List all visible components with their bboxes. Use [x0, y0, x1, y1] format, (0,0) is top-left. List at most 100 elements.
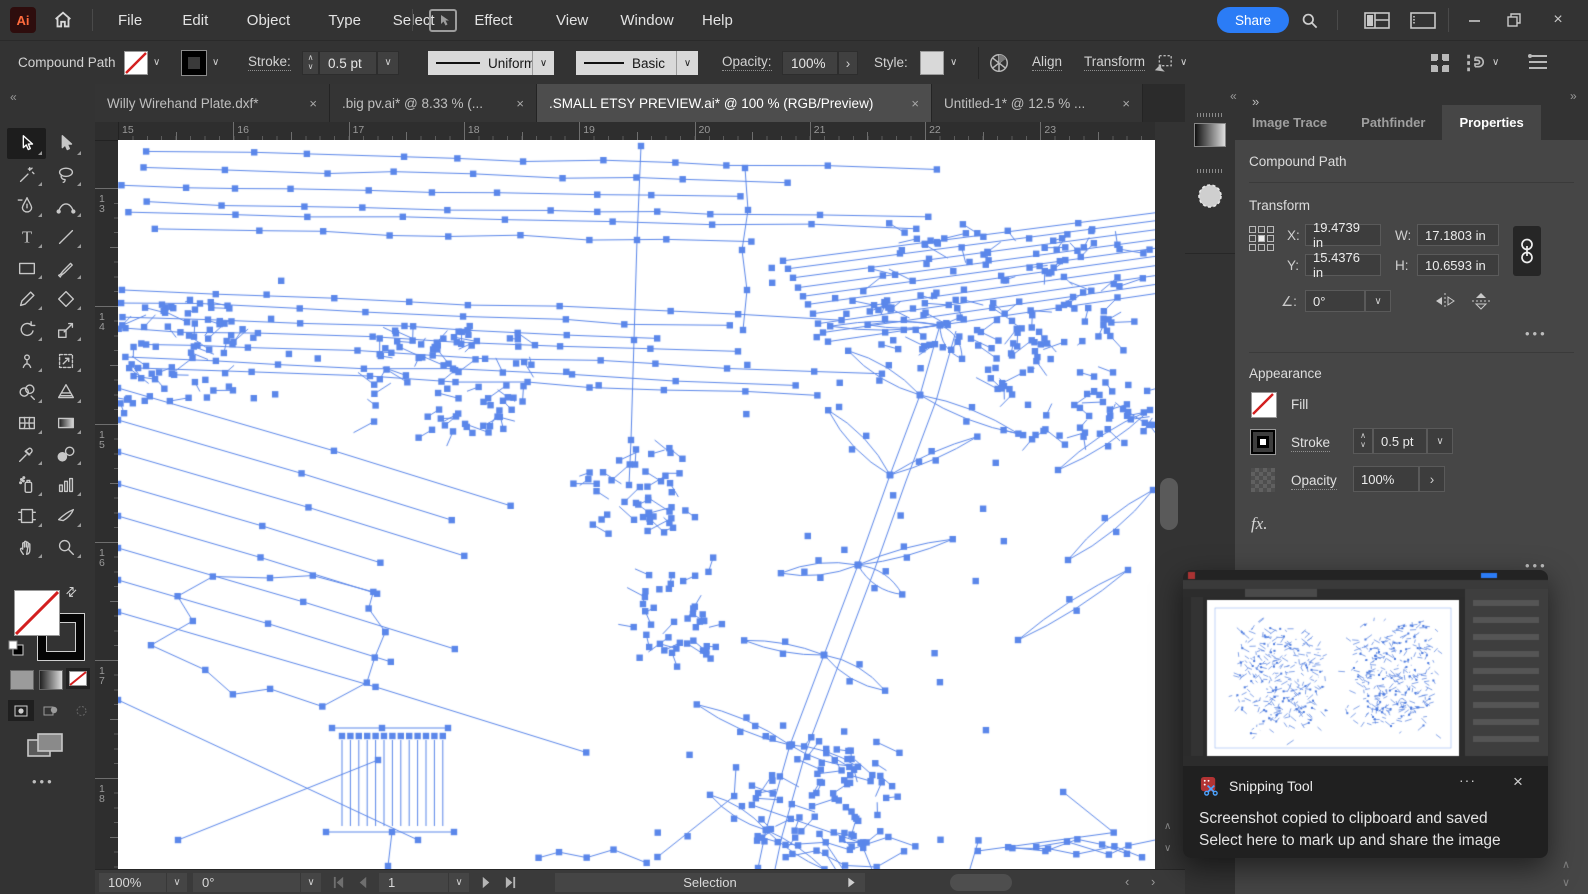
arrange-documents-icon[interactable] — [1410, 12, 1436, 29]
default-fill-stroke-icon[interactable] — [8, 640, 24, 656]
search-icon[interactable] — [1300, 11, 1319, 30]
appearance-opacity-swatch[interactable] — [1251, 468, 1275, 492]
tab-close-icon[interactable]: × — [911, 96, 919, 111]
menu-window[interactable]: Window — [606, 0, 687, 40]
gradient-mode-button[interactable] — [39, 670, 63, 690]
tool-slice[interactable] — [46, 500, 85, 531]
tab-close-icon[interactable]: × — [309, 96, 317, 111]
snap-chevron[interactable]: ∨ — [1492, 58, 1499, 68]
rotate-angle-chevron[interactable]: ∨ — [1365, 290, 1391, 312]
stroke-dropdown-chevron[interactable]: ∨ — [212, 58, 219, 68]
flip-horizontal-icon[interactable] — [1435, 292, 1455, 310]
snap-options-icon[interactable] — [1464, 52, 1486, 74]
document-setup-icon[interactable] — [1430, 53, 1450, 73]
menu-effect[interactable]: Effect — [460, 0, 526, 40]
appearance-stroke-label[interactable]: Stroke — [1291, 435, 1331, 452]
gradient-panel-button[interactable] — [1192, 113, 1228, 147]
panel-tab-properties[interactable]: Properties — [1442, 105, 1541, 140]
hscroll-thumb[interactable] — [950, 874, 1012, 891]
stroke-swatch[interactable] — [181, 50, 207, 76]
tab-close-icon[interactable]: × — [1122, 96, 1130, 111]
next-artboard-button[interactable] — [477, 874, 495, 891]
tool-type[interactable]: T — [7, 221, 46, 252]
width-profile-chevron[interactable]: ∨ — [532, 51, 554, 75]
fill-swatch[interactable] — [124, 51, 148, 75]
share-button[interactable]: Share — [1217, 7, 1290, 33]
tool-free-transform[interactable] — [46, 345, 85, 376]
screen-mode-icon[interactable] — [26, 732, 64, 760]
swap-fill-stroke-icon[interactable]: ⇄ — [62, 582, 81, 601]
screenshot-preview-image[interactable] — [1183, 570, 1548, 766]
tool-curvature[interactable] — [46, 190, 85, 221]
document-tab[interactable]: Willy Wirehand Plate.dxf* × — [95, 84, 330, 122]
appearance-stroke-stepper[interactable]: ∧ ∨ — [1353, 428, 1373, 454]
recolor-artwork-icon[interactable] — [988, 52, 1010, 74]
document-tab[interactable]: Untitled-1* @ 12.5 % ... × — [932, 84, 1143, 122]
stroke-weight-field[interactable]: 0.5 pt — [319, 51, 377, 75]
panel-tab-image-trace[interactable]: Image Trace — [1235, 105, 1344, 140]
transform-more-options[interactable]: ••• — [1525, 326, 1548, 341]
appearance-opacity-field[interactable]: 100% — [1353, 466, 1419, 492]
tool-artboard[interactable] — [7, 500, 46, 531]
vertical-scrollbar[interactable]: ∧ ∨ — [1155, 122, 1185, 869]
draw-normal-button[interactable] — [8, 700, 34, 721]
hscroll-left-chevron[interactable]: ‹ — [1125, 874, 1129, 889]
tool-perspective-grid[interactable] — [46, 376, 85, 407]
close-window-button[interactable]: × — [1536, 0, 1580, 40]
hscroll-right-chevron[interactable]: › — [1151, 874, 1155, 889]
tool-selection[interactable] — [7, 128, 46, 159]
home-icon[interactable] — [52, 9, 74, 31]
first-artboard-button[interactable] — [329, 874, 347, 891]
tool-gradient[interactable] — [46, 407, 85, 438]
tool-puppet-warp[interactable] — [7, 345, 46, 376]
flip-vertical-icon[interactable] — [1471, 292, 1491, 310]
align-link[interactable]: Align — [1032, 41, 1063, 84]
appearance-fill-swatch[interactable] — [1251, 392, 1277, 418]
notification-close-button[interactable]: × — [1513, 772, 1523, 792]
rotate-angle-field[interactable]: 0° — [1305, 290, 1365, 312]
document-tab[interactable]: .big pv.ai* @ 8.33 % (... × — [330, 84, 537, 122]
previous-artboard-button[interactable] — [353, 874, 371, 891]
tool-lasso[interactable] — [46, 159, 85, 190]
tab-overflow-chevron[interactable]: » — [1252, 94, 1259, 109]
none-mode-button[interactable] — [66, 668, 90, 689]
tool-paintbrush[interactable] — [46, 252, 85, 283]
tool-column-graph[interactable] — [46, 469, 85, 500]
brush-dropdown[interactable]: Basic — [576, 51, 676, 75]
style-swatch[interactable] — [920, 51, 944, 75]
last-artboard-button[interactable] — [501, 874, 519, 891]
tool-eyedropper[interactable] — [7, 438, 46, 469]
touch-workspace-icon[interactable] — [428, 8, 458, 33]
tool-shaper[interactable] — [46, 283, 85, 314]
constrain-proportions-button[interactable] — [1513, 226, 1541, 276]
appearance-opacity-arrow[interactable]: › — [1419, 466, 1445, 492]
minimize-button[interactable] — [1452, 0, 1496, 40]
appearance-stroke-swatch[interactable] — [1250, 429, 1276, 455]
ruler-corner[interactable] — [95, 122, 119, 141]
tool-mesh[interactable] — [7, 407, 46, 438]
menu-view[interactable]: View — [542, 0, 602, 40]
tool-pencil[interactable] — [7, 283, 46, 314]
selection-panel-button[interactable] — [1192, 169, 1228, 213]
tool-rotate[interactable] — [7, 314, 46, 345]
status-display-dropdown[interactable]: Selection — [555, 873, 865, 892]
tab-close-icon[interactable]: × — [516, 96, 524, 111]
y-field[interactable]: 15.4376 in — [1305, 250, 1381, 280]
tool-zoom[interactable] — [46, 531, 85, 562]
document-tab[interactable]: .SMALL ETSY PREVIEW.ai* @ 100 % (RGB/Pre… — [537, 84, 932, 122]
tool-direct-selection[interactable] — [46, 128, 85, 159]
vscroll-down-chevron[interactable]: ∨ — [1164, 844, 1171, 854]
h-field[interactable]: 10.6593 in — [1417, 254, 1499, 276]
stroke-weight-chevron[interactable]: ∨ — [377, 51, 399, 75]
menu-edit[interactable]: Edit — [168, 0, 222, 40]
opacity-arrow[interactable]: › — [838, 51, 858, 75]
vscroll-thumb[interactable] — [1160, 478, 1178, 530]
isolate-selected-icon[interactable] — [1152, 53, 1174, 73]
menu-file[interactable]: File — [104, 0, 156, 40]
vscroll-up-chevron[interactable]: ∧ — [1164, 822, 1171, 832]
toolbar-more-button[interactable]: ••• — [32, 774, 55, 789]
tool-rectangle[interactable] — [7, 252, 46, 283]
fill-dropdown-chevron[interactable]: ∨ — [153, 58, 160, 68]
snipping-tool-notification[interactable]: Snipping Tool ··· × Screenshot copied to… — [1183, 570, 1548, 858]
artboard-number-dropdown[interactable]: 1 ∨ — [379, 873, 469, 892]
